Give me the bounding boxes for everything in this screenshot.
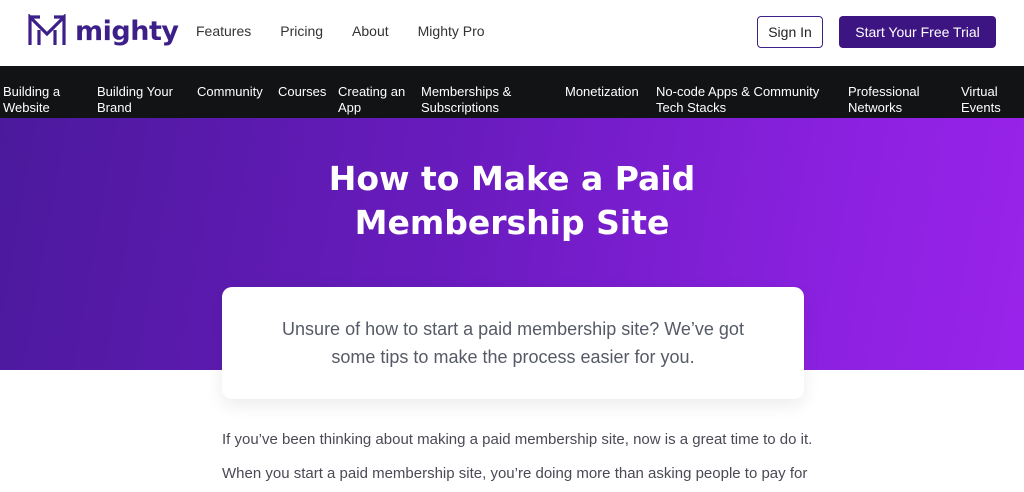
intro-subtitle: Unsure of how to start a paid membership… [282, 319, 744, 367]
nav-pricing[interactable]: Pricing [280, 23, 323, 39]
site-header: mighty Features Pricing About Mighty Pro… [0, 0, 1024, 66]
category-creating-an-app[interactable]: Creating an App [338, 84, 405, 116]
mighty-logo-icon [28, 14, 66, 45]
category-monetization[interactable]: Monetization [565, 84, 639, 100]
article-paragraph: If you’ve been thinking about making a p… [222, 431, 813, 448]
nav-about[interactable]: About [352, 23, 389, 39]
category-building-your-brand[interactable]: Building Your Brand [97, 84, 173, 116]
page-title: How to Make a Paid Membership Site [328, 159, 696, 242]
logo-wordmark: mighty [75, 15, 179, 47]
category-courses[interactable]: Courses [278, 84, 326, 100]
category-professional-networks[interactable]: Professional Networks [848, 84, 920, 116]
top-navigation: Features Pricing About Mighty Pro [196, 23, 514, 39]
category-memberships-subscriptions[interactable]: Memberships & Subscriptions [421, 84, 511, 116]
sign-in-button[interactable]: Sign In [757, 16, 823, 48]
nav-mighty-pro[interactable]: Mighty Pro [418, 23, 485, 39]
start-free-trial-button[interactable]: Start Your Free Trial [839, 16, 996, 48]
intro-card: Unsure of how to start a paid membership… [222, 287, 804, 399]
article-paragraph: When you start a paid membership site, y… [222, 465, 808, 482]
category-no-code-apps[interactable]: No-code Apps & Community Tech Stacks [656, 84, 819, 116]
logo-link[interactable]: mighty [27, 14, 179, 48]
category-virtual-events[interactable]: Virtual Events [961, 84, 1001, 116]
category-community[interactable]: Community [197, 84, 263, 100]
category-bar: Building a Website Building Your Brand C… [0, 66, 1024, 118]
category-building-a-website[interactable]: Building a Website [3, 84, 60, 116]
nav-features[interactable]: Features [196, 23, 251, 39]
